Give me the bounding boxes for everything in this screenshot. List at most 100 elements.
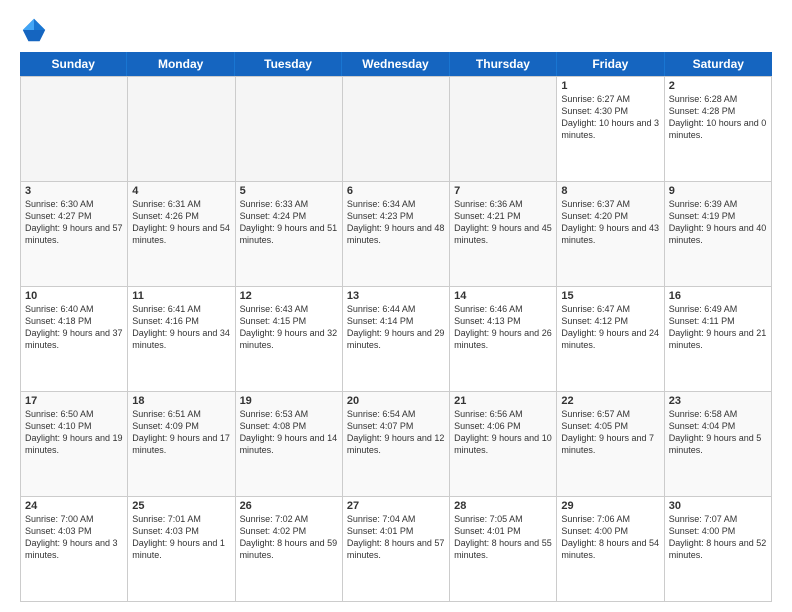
day-info: Sunrise: 6:58 AM Sunset: 4:04 PM Dayligh… bbox=[669, 408, 767, 457]
day-info: Sunrise: 7:05 AM Sunset: 4:01 PM Dayligh… bbox=[454, 513, 552, 562]
calendar-row-4: 17Sunrise: 6:50 AM Sunset: 4:10 PM Dayli… bbox=[21, 392, 772, 497]
day-info: Sunrise: 6:56 AM Sunset: 4:06 PM Dayligh… bbox=[454, 408, 552, 457]
day-number: 5 bbox=[240, 185, 338, 197]
day-info: Sunrise: 7:06 AM Sunset: 4:00 PM Dayligh… bbox=[561, 513, 659, 562]
day-number: 30 bbox=[669, 500, 767, 512]
calendar-cell bbox=[450, 77, 557, 182]
day-info: Sunrise: 6:50 AM Sunset: 4:10 PM Dayligh… bbox=[25, 408, 123, 457]
day-number: 20 bbox=[347, 395, 445, 407]
header-day-sunday: Sunday bbox=[20, 52, 127, 76]
calendar-cell: 10Sunrise: 6:40 AM Sunset: 4:18 PM Dayli… bbox=[21, 287, 128, 392]
logo bbox=[20, 16, 52, 44]
header-day-wednesday: Wednesday bbox=[342, 52, 449, 76]
calendar-cell: 18Sunrise: 6:51 AM Sunset: 4:09 PM Dayli… bbox=[128, 392, 235, 497]
calendar-cell: 15Sunrise: 6:47 AM Sunset: 4:12 PM Dayli… bbox=[557, 287, 664, 392]
day-info: Sunrise: 6:54 AM Sunset: 4:07 PM Dayligh… bbox=[347, 408, 445, 457]
day-info: Sunrise: 6:53 AM Sunset: 4:08 PM Dayligh… bbox=[240, 408, 338, 457]
day-number: 17 bbox=[25, 395, 123, 407]
calendar-body: 1Sunrise: 6:27 AM Sunset: 4:30 PM Daylig… bbox=[20, 76, 772, 602]
day-number: 24 bbox=[25, 500, 123, 512]
calendar-row-2: 3Sunrise: 6:30 AM Sunset: 4:27 PM Daylig… bbox=[21, 182, 772, 287]
calendar-cell bbox=[343, 77, 450, 182]
calendar-cell bbox=[236, 77, 343, 182]
day-number: 29 bbox=[561, 500, 659, 512]
day-number: 15 bbox=[561, 290, 659, 302]
header-day-tuesday: Tuesday bbox=[235, 52, 342, 76]
day-info: Sunrise: 7:07 AM Sunset: 4:00 PM Dayligh… bbox=[669, 513, 767, 562]
calendar-cell: 3Sunrise: 6:30 AM Sunset: 4:27 PM Daylig… bbox=[21, 182, 128, 287]
day-number: 13 bbox=[347, 290, 445, 302]
page: SundayMondayTuesdayWednesdayThursdayFrid… bbox=[0, 0, 792, 612]
day-info: Sunrise: 7:02 AM Sunset: 4:02 PM Dayligh… bbox=[240, 513, 338, 562]
calendar-cell: 5Sunrise: 6:33 AM Sunset: 4:24 PM Daylig… bbox=[236, 182, 343, 287]
day-number: 22 bbox=[561, 395, 659, 407]
calendar-cell: 9Sunrise: 6:39 AM Sunset: 4:19 PM Daylig… bbox=[665, 182, 772, 287]
header bbox=[20, 16, 772, 44]
calendar: SundayMondayTuesdayWednesdayThursdayFrid… bbox=[20, 52, 772, 602]
calendar-cell: 24Sunrise: 7:00 AM Sunset: 4:03 PM Dayli… bbox=[21, 497, 128, 602]
calendar-cell bbox=[21, 77, 128, 182]
day-info: Sunrise: 6:36 AM Sunset: 4:21 PM Dayligh… bbox=[454, 198, 552, 247]
calendar-cell: 7Sunrise: 6:36 AM Sunset: 4:21 PM Daylig… bbox=[450, 182, 557, 287]
day-number: 28 bbox=[454, 500, 552, 512]
day-number: 6 bbox=[347, 185, 445, 197]
calendar-cell: 30Sunrise: 7:07 AM Sunset: 4:00 PM Dayli… bbox=[665, 497, 772, 602]
header-day-monday: Monday bbox=[127, 52, 234, 76]
calendar-cell: 20Sunrise: 6:54 AM Sunset: 4:07 PM Dayli… bbox=[343, 392, 450, 497]
day-number: 1 bbox=[561, 80, 659, 92]
calendar-cell: 19Sunrise: 6:53 AM Sunset: 4:08 PM Dayli… bbox=[236, 392, 343, 497]
day-info: Sunrise: 6:39 AM Sunset: 4:19 PM Dayligh… bbox=[669, 198, 767, 247]
calendar-cell: 11Sunrise: 6:41 AM Sunset: 4:16 PM Dayli… bbox=[128, 287, 235, 392]
day-info: Sunrise: 6:31 AM Sunset: 4:26 PM Dayligh… bbox=[132, 198, 230, 247]
calendar-cell: 17Sunrise: 6:50 AM Sunset: 4:10 PM Dayli… bbox=[21, 392, 128, 497]
calendar-cell: 13Sunrise: 6:44 AM Sunset: 4:14 PM Dayli… bbox=[343, 287, 450, 392]
day-info: Sunrise: 6:47 AM Sunset: 4:12 PM Dayligh… bbox=[561, 303, 659, 352]
day-info: Sunrise: 6:28 AM Sunset: 4:28 PM Dayligh… bbox=[669, 93, 767, 142]
calendar-cell: 28Sunrise: 7:05 AM Sunset: 4:01 PM Dayli… bbox=[450, 497, 557, 602]
day-number: 9 bbox=[669, 185, 767, 197]
day-number: 4 bbox=[132, 185, 230, 197]
day-info: Sunrise: 6:33 AM Sunset: 4:24 PM Dayligh… bbox=[240, 198, 338, 247]
calendar-cell: 16Sunrise: 6:49 AM Sunset: 4:11 PM Dayli… bbox=[665, 287, 772, 392]
day-number: 16 bbox=[669, 290, 767, 302]
day-info: Sunrise: 6:57 AM Sunset: 4:05 PM Dayligh… bbox=[561, 408, 659, 457]
day-number: 26 bbox=[240, 500, 338, 512]
day-number: 11 bbox=[132, 290, 230, 302]
calendar-cell: 2Sunrise: 6:28 AM Sunset: 4:28 PM Daylig… bbox=[665, 77, 772, 182]
day-info: Sunrise: 6:51 AM Sunset: 4:09 PM Dayligh… bbox=[132, 408, 230, 457]
calendar-cell: 26Sunrise: 7:02 AM Sunset: 4:02 PM Dayli… bbox=[236, 497, 343, 602]
calendar-cell: 29Sunrise: 7:06 AM Sunset: 4:00 PM Dayli… bbox=[557, 497, 664, 602]
calendar-cell: 14Sunrise: 6:46 AM Sunset: 4:13 PM Dayli… bbox=[450, 287, 557, 392]
day-number: 12 bbox=[240, 290, 338, 302]
calendar-cell: 22Sunrise: 6:57 AM Sunset: 4:05 PM Dayli… bbox=[557, 392, 664, 497]
calendar-cell: 12Sunrise: 6:43 AM Sunset: 4:15 PM Dayli… bbox=[236, 287, 343, 392]
calendar-row-5: 24Sunrise: 7:00 AM Sunset: 4:03 PM Dayli… bbox=[21, 497, 772, 602]
calendar-row-1: 1Sunrise: 6:27 AM Sunset: 4:30 PM Daylig… bbox=[21, 77, 772, 182]
calendar-cell: 1Sunrise: 6:27 AM Sunset: 4:30 PM Daylig… bbox=[557, 77, 664, 182]
logo-icon bbox=[20, 16, 48, 44]
day-number: 19 bbox=[240, 395, 338, 407]
calendar-cell bbox=[128, 77, 235, 182]
calendar-cell: 27Sunrise: 7:04 AM Sunset: 4:01 PM Dayli… bbox=[343, 497, 450, 602]
day-info: Sunrise: 6:43 AM Sunset: 4:15 PM Dayligh… bbox=[240, 303, 338, 352]
day-number: 10 bbox=[25, 290, 123, 302]
calendar-cell: 4Sunrise: 6:31 AM Sunset: 4:26 PM Daylig… bbox=[128, 182, 235, 287]
day-number: 8 bbox=[561, 185, 659, 197]
day-info: Sunrise: 7:01 AM Sunset: 4:03 PM Dayligh… bbox=[132, 513, 230, 562]
day-number: 18 bbox=[132, 395, 230, 407]
calendar-cell: 25Sunrise: 7:01 AM Sunset: 4:03 PM Dayli… bbox=[128, 497, 235, 602]
day-number: 25 bbox=[132, 500, 230, 512]
day-info: Sunrise: 7:00 AM Sunset: 4:03 PM Dayligh… bbox=[25, 513, 123, 562]
day-info: Sunrise: 6:49 AM Sunset: 4:11 PM Dayligh… bbox=[669, 303, 767, 352]
calendar-cell: 21Sunrise: 6:56 AM Sunset: 4:06 PM Dayli… bbox=[450, 392, 557, 497]
header-day-friday: Friday bbox=[557, 52, 664, 76]
day-info: Sunrise: 6:30 AM Sunset: 4:27 PM Dayligh… bbox=[25, 198, 123, 247]
day-number: 2 bbox=[669, 80, 767, 92]
header-day-saturday: Saturday bbox=[665, 52, 772, 76]
day-number: 27 bbox=[347, 500, 445, 512]
calendar-cell: 6Sunrise: 6:34 AM Sunset: 4:23 PM Daylig… bbox=[343, 182, 450, 287]
day-number: 21 bbox=[454, 395, 552, 407]
header-day-thursday: Thursday bbox=[450, 52, 557, 76]
day-number: 3 bbox=[25, 185, 123, 197]
day-info: Sunrise: 6:34 AM Sunset: 4:23 PM Dayligh… bbox=[347, 198, 445, 247]
